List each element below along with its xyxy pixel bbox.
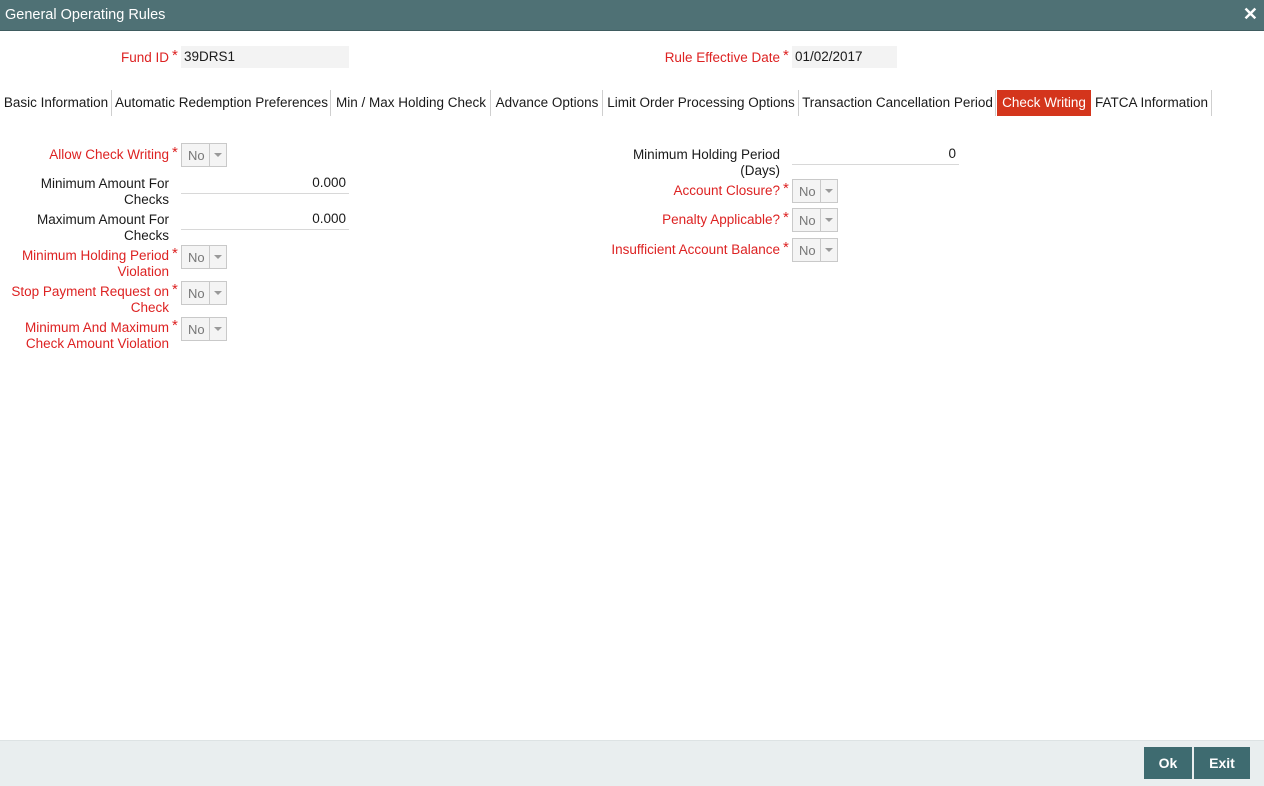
chevron-down-icon [209, 282, 226, 304]
min-max-check-violation-label: Minimum And Maximum Check Amount Violatio… [24, 320, 169, 351]
account-closure-label: Account Closure? [673, 183, 780, 198]
stop-payment-select[interactable]: No [181, 281, 227, 305]
required-marker: * [172, 144, 178, 161]
allow-check-writing-select[interactable]: No [181, 143, 227, 167]
allow-check-writing-label: Allow Check Writing [49, 147, 169, 162]
required-marker: * [783, 209, 789, 226]
max-amount-label: Maximum Amount For Checks [36, 212, 169, 243]
exit-button[interactable]: Exit [1194, 747, 1250, 779]
min-max-check-violation-select[interactable]: No [181, 317, 227, 341]
chevron-down-icon [209, 318, 226, 340]
stop-payment-label: Stop Payment Request on Check [11, 284, 169, 315]
min-holding-days-label: Minimum Holding Period (Days) [632, 147, 780, 178]
fund-id-label: Fund ID [120, 50, 169, 65]
penalty-applicable-select[interactable]: No [792, 208, 838, 232]
insufficient-balance-label: Insufficient Account Balance [611, 242, 780, 257]
penalty-applicable-label: Penalty Applicable? [662, 212, 780, 227]
required-marker: * [783, 47, 789, 64]
min-amount-field[interactable]: 0.000 [181, 172, 349, 194]
rule-effective-date-label: Rule Effective Date [664, 50, 780, 65]
window-title: General Operating Rules [5, 7, 166, 23]
tab-min-max-holding-check[interactable]: Min / Max Holding Check [331, 90, 491, 116]
chevron-down-icon [820, 239, 837, 261]
tab-limit-order-processing-options[interactable]: Limit Order Processing Options [603, 90, 799, 116]
tab-fatca-information[interactable]: FATCA Information [1091, 90, 1212, 116]
min-holding-days-field[interactable]: 0 [792, 143, 959, 165]
required-marker: * [172, 245, 178, 262]
required-marker: * [172, 281, 178, 298]
tab-advance-options[interactable]: Advance Options [491, 90, 603, 116]
chevron-down-icon [820, 209, 837, 231]
required-marker: * [783, 180, 789, 197]
min-holding-violation-label: Minimum Holding Period Violation [21, 248, 169, 279]
rule-effective-date-field[interactable]: 01/02/2017 [792, 46, 897, 68]
window-titlebar: General Operating Rules ✕ [0, 0, 1264, 31]
chevron-down-icon [209, 144, 226, 166]
footer-bar: Ok Exit [0, 740, 1264, 786]
chevron-down-icon [209, 246, 226, 268]
min-amount-label: Minimum Amount For Checks [40, 176, 169, 207]
chevron-down-icon [820, 180, 837, 202]
required-marker: * [172, 47, 178, 64]
max-amount-field[interactable]: 0.000 [181, 208, 349, 230]
required-marker: * [172, 317, 178, 334]
tab-check-writing[interactable]: Check Writing [997, 90, 1091, 116]
tab-automatic-redemption-preferences[interactable]: Automatic Redemption Preferences [112, 90, 331, 116]
tab-bar: Basic Information Automatic Redemption P… [0, 90, 1264, 116]
ok-button[interactable]: Ok [1144, 747, 1192, 779]
close-icon[interactable]: ✕ [1243, 3, 1258, 25]
min-holding-violation-select[interactable]: No [181, 245, 227, 269]
fund-id-field[interactable]: 39DRS1 [181, 46, 349, 68]
tab-transaction-cancellation-period[interactable]: Transaction Cancellation Period [799, 90, 996, 116]
tab-basic-information[interactable]: Basic Information [0, 90, 112, 116]
account-closure-select[interactable]: No [792, 179, 838, 203]
insufficient-balance-select[interactable]: No [792, 238, 838, 262]
required-marker: * [783, 239, 789, 256]
